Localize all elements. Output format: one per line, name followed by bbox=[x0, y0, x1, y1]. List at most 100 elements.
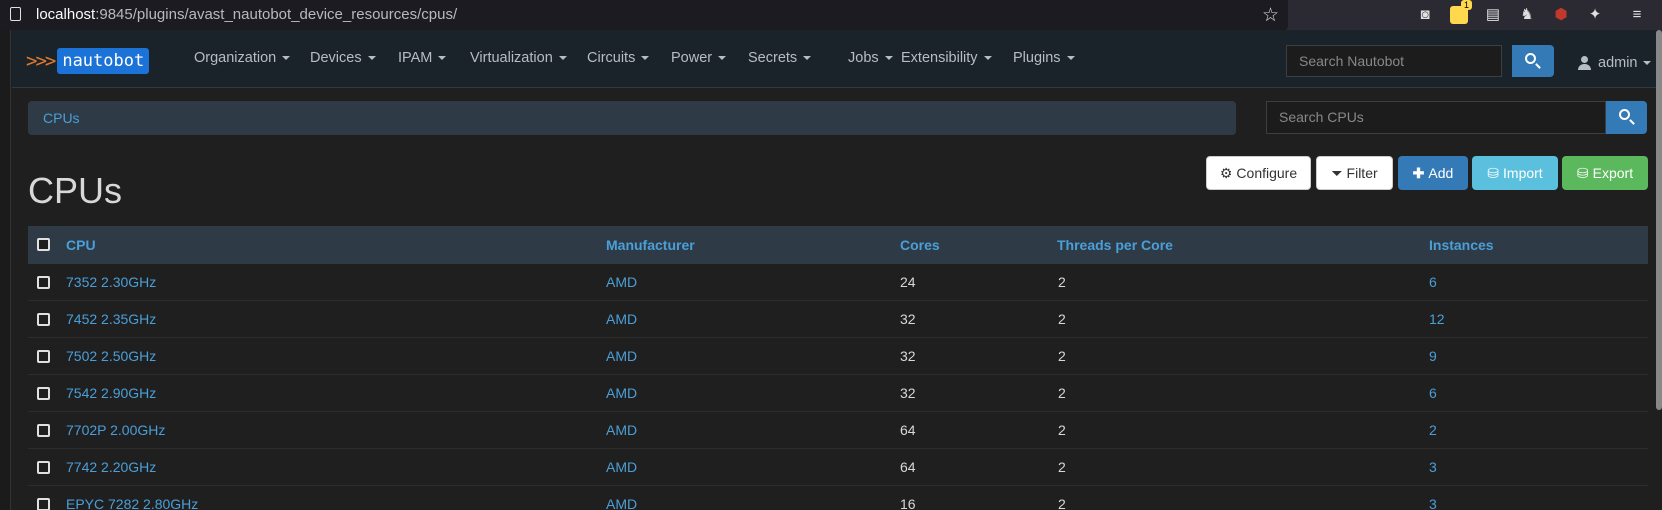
threads-value: 2 bbox=[1058, 311, 1066, 327]
manufacturer-link[interactable]: AMD bbox=[606, 385, 637, 401]
cpu-link[interactable]: 7502 2.50GHz bbox=[66, 348, 156, 364]
global-search-button[interactable] bbox=[1512, 45, 1554, 77]
row-checkbox[interactable] bbox=[37, 461, 50, 474]
row-checkbox[interactable] bbox=[37, 498, 50, 510]
cpu-link[interactable]: 7702P 2.00GHz bbox=[66, 422, 165, 438]
ublock-icon[interactable]: ⬢ bbox=[1552, 6, 1570, 24]
select-all-checkbox[interactable] bbox=[37, 238, 50, 251]
extensions-puzzle-icon[interactable]: ✦ bbox=[1586, 6, 1604, 24]
nav-virtualization[interactable]: Virtualization bbox=[470, 50, 567, 66]
cpu-search-input[interactable]: Search CPUs bbox=[1266, 101, 1606, 134]
cpu-link[interactable]: 7742 2.20GHz bbox=[66, 459, 156, 475]
instances-link[interactable]: 6 bbox=[1429, 385, 1437, 401]
database-import-icon: ⛁ bbox=[1487, 165, 1500, 181]
nav-jobs[interactable]: Jobs bbox=[848, 50, 893, 66]
threads-value: 2 bbox=[1058, 459, 1066, 475]
instances-link[interactable]: 2 bbox=[1429, 422, 1437, 438]
manufacturer-link[interactable]: AMD bbox=[606, 496, 637, 510]
column-header-cores[interactable]: Cores bbox=[900, 237, 940, 253]
gear-icon: ⚙ bbox=[1219, 165, 1233, 181]
breadcrumb-cpus[interactable]: CPUs bbox=[43, 110, 80, 126]
row-checkbox[interactable] bbox=[37, 424, 50, 437]
table-header: CPU Manufacturer Cores Threads per Core … bbox=[28, 226, 1648, 264]
import-button[interactable]: ⛁ Import bbox=[1472, 156, 1558, 190]
pocket-icon[interactable]: ◙ bbox=[1416, 6, 1434, 24]
user-icon[interactable] bbox=[1578, 56, 1591, 70]
nav-plugins[interactable]: Plugins bbox=[1013, 50, 1075, 66]
row-checkbox[interactable] bbox=[37, 350, 50, 363]
plus-icon: ✚ bbox=[1412, 165, 1425, 181]
table-row: 7542 2.90GHz AMD 32 2 6 bbox=[28, 375, 1648, 412]
manufacturer-link[interactable]: AMD bbox=[606, 348, 637, 364]
cores-value: 24 bbox=[900, 274, 916, 290]
cpu-link[interactable]: 7542 2.90GHz bbox=[66, 385, 156, 401]
bookmark-star-icon[interactable]: ☆ bbox=[1262, 4, 1279, 27]
column-header-instances[interactable]: Instances bbox=[1429, 237, 1494, 253]
cpu-link[interactable]: EPYC 7282 2.80GHz bbox=[66, 496, 198, 510]
sidebar-strip bbox=[0, 30, 11, 510]
threads-value: 2 bbox=[1058, 385, 1066, 401]
cores-value: 32 bbox=[900, 385, 916, 401]
breadcrumb: CPUs bbox=[28, 101, 1236, 135]
configure-button[interactable]: ⚙ Configure bbox=[1206, 156, 1311, 190]
instances-link[interactable]: 3 bbox=[1429, 496, 1437, 510]
nav-power[interactable]: Power bbox=[671, 50, 726, 66]
cores-value: 64 bbox=[900, 459, 916, 475]
threads-value: 2 bbox=[1058, 496, 1066, 510]
database-export-icon: ⛁ bbox=[1576, 165, 1589, 181]
cores-value: 32 bbox=[900, 348, 916, 364]
table-row: 7702P 2.00GHz AMD 64 2 2 bbox=[28, 412, 1648, 449]
table-row: 7452 2.35GHz AMD 32 2 12 bbox=[28, 301, 1648, 338]
instances-link[interactable]: 12 bbox=[1429, 311, 1445, 327]
threads-value: 2 bbox=[1058, 348, 1066, 364]
row-checkbox[interactable] bbox=[37, 387, 50, 400]
export-button[interactable]: ⛁ Export bbox=[1562, 156, 1648, 190]
table-row: 7352 2.30GHz AMD 24 2 6 bbox=[28, 264, 1648, 301]
threads-value: 2 bbox=[1058, 422, 1066, 438]
cores-value: 16 bbox=[900, 496, 916, 510]
cpu-link[interactable]: 7352 2.30GHz bbox=[66, 274, 156, 290]
filter-button[interactable]: ⏷ Filter bbox=[1316, 156, 1393, 190]
manufacturer-link[interactable]: AMD bbox=[606, 274, 637, 290]
column-header-threads[interactable]: Threads per Core bbox=[1057, 237, 1173, 253]
hamburger-menu-icon[interactable]: ≡ bbox=[1628, 6, 1646, 24]
cores-value: 64 bbox=[900, 422, 916, 438]
cpu-search-button[interactable] bbox=[1606, 101, 1647, 134]
address-bar[interactable]: localhost:9845/plugins/avast_nautobot_de… bbox=[0, 0, 1288, 30]
instances-link[interactable]: 3 bbox=[1429, 459, 1437, 475]
global-search-input[interactable]: Search Nautobot bbox=[1286, 45, 1502, 77]
browser-toolbar: localhost:9845/plugins/avast_nautobot_de… bbox=[0, 0, 1662, 30]
table-row: 7502 2.50GHz AMD 32 2 9 bbox=[28, 338, 1648, 375]
manufacturer-link[interactable]: AMD bbox=[606, 459, 637, 475]
nav-ipam[interactable]: IPAM bbox=[398, 50, 446, 66]
threads-value: 2 bbox=[1058, 274, 1066, 290]
nav-secrets[interactable]: Secrets bbox=[748, 50, 811, 66]
instances-link[interactable]: 9 bbox=[1429, 348, 1437, 364]
url-text[interactable]: localhost:9845/plugins/avast_nautobot_de… bbox=[36, 6, 457, 23]
reader-view-icon[interactable]: ▤ bbox=[1484, 6, 1502, 24]
cores-value: 32 bbox=[900, 311, 916, 327]
row-checkbox[interactable] bbox=[37, 313, 50, 326]
table-row: 7742 2.20GHz AMD 64 2 3 bbox=[28, 449, 1648, 486]
add-button[interactable]: ✚ Add bbox=[1398, 156, 1468, 190]
column-header-cpu[interactable]: CPU bbox=[66, 237, 96, 253]
extension-badge: 1 bbox=[1461, 0, 1473, 10]
scrollbar[interactable] bbox=[1656, 30, 1662, 410]
search-icon bbox=[1525, 53, 1536, 64]
search-icon bbox=[1619, 109, 1630, 120]
brand-logo[interactable]: >>> nautobot bbox=[26, 46, 150, 76]
nav-organization[interactable]: Organization bbox=[194, 50, 290, 66]
page-title: CPUs bbox=[28, 170, 123, 211]
nav-extensibility[interactable]: Extensibility bbox=[901, 50, 992, 66]
gnome-extension-icon[interactable]: ♞ bbox=[1518, 6, 1536, 24]
manufacturer-link[interactable]: AMD bbox=[606, 422, 637, 438]
instances-link[interactable]: 6 bbox=[1429, 274, 1437, 290]
column-header-manufacturer[interactable]: Manufacturer bbox=[606, 237, 695, 253]
user-menu[interactable]: admin bbox=[1598, 55, 1651, 71]
nav-devices[interactable]: Devices bbox=[310, 50, 376, 66]
page-icon bbox=[10, 7, 21, 21]
row-checkbox[interactable] bbox=[37, 276, 50, 289]
cpu-link[interactable]: 7452 2.35GHz bbox=[66, 311, 156, 327]
nav-circuits[interactable]: Circuits bbox=[587, 50, 649, 66]
manufacturer-link[interactable]: AMD bbox=[606, 311, 637, 327]
